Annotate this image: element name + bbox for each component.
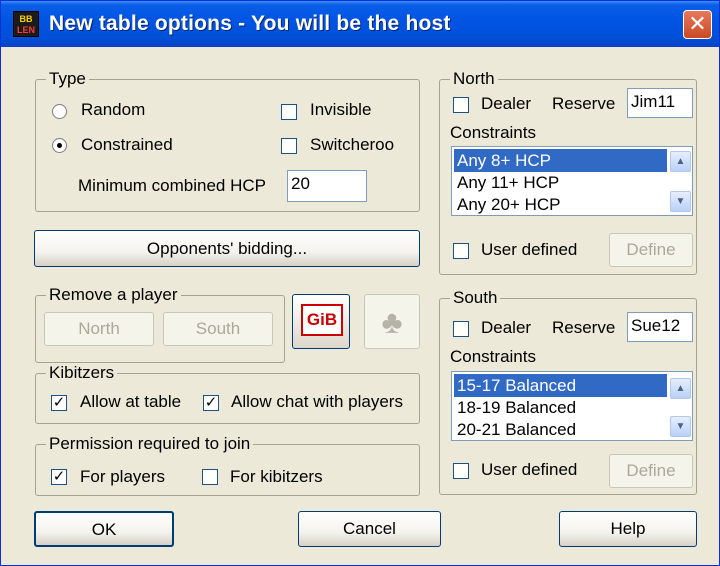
- north-define-button[interactable]: Define: [609, 233, 693, 267]
- type-legend: Type: [46, 69, 89, 89]
- north-dealer-checkbox[interactable]: [453, 97, 469, 113]
- list-item[interactable]: 20-21 Balanced: [454, 418, 667, 440]
- kibitzers-legend: Kibitzers: [46, 363, 118, 383]
- list-item[interactable]: Any 11+ HCP: [454, 171, 667, 194]
- kibitzers-group: Kibitzers ✓ Allow at table ✓ Allow chat …: [35, 363, 420, 424]
- app-icon: BB LEN: [13, 11, 39, 37]
- permission-group: Permission required to join ✓ For player…: [35, 434, 420, 496]
- gib-logo: GiB: [301, 304, 343, 336]
- app-icon-bottom-text: LEN: [17, 25, 35, 35]
- type-group: Type Random Constrained Invisible Switch…: [35, 69, 420, 212]
- min-hcp-input[interactable]: 20: [287, 170, 367, 202]
- allow-at-table-checkbox[interactable]: ✓: [51, 395, 67, 411]
- allow-at-table-label[interactable]: Allow at table: [80, 392, 181, 412]
- allow-chat-checkbox[interactable]: ✓: [203, 395, 219, 411]
- north-reserve-input[interactable]: Jim11: [627, 88, 693, 118]
- list-item[interactable]: 18-19 Balanced: [454, 396, 667, 419]
- chevron-down-icon: ▼: [675, 421, 686, 432]
- for-players-label[interactable]: For players: [80, 467, 165, 487]
- dialog-window: BB LEN New table options - You will be t…: [0, 0, 720, 566]
- south-define-button[interactable]: Define: [609, 454, 693, 488]
- random-radio[interactable]: [52, 104, 67, 119]
- club-button[interactable]: ♣: [364, 294, 420, 349]
- north-group: North Dealer Reserve Jim11 Constraints A…: [439, 69, 697, 275]
- switcheroo-label[interactable]: Switcheroo: [310, 135, 394, 155]
- list-item[interactable]: Any 8+ HCP: [454, 149, 667, 172]
- scroll-down-button[interactable]: ▼: [670, 191, 691, 212]
- north-user-defined-label[interactable]: User defined: [481, 240, 577, 260]
- south-dealer-label[interactable]: Dealer: [481, 318, 531, 338]
- list-item[interactable]: Any 20+ HCP: [454, 193, 667, 215]
- title-bar[interactable]: BB LEN New table options - You will be t…: [1, 1, 719, 47]
- remove-player-legend: Remove a player: [46, 285, 181, 305]
- south-reserve-input[interactable]: Sue12: [627, 312, 693, 342]
- invisible-label[interactable]: Invisible: [310, 100, 371, 120]
- check-icon: ✓: [52, 394, 66, 411]
- check-icon: ✓: [204, 394, 218, 411]
- north-constraints-label: Constraints: [450, 123, 536, 142]
- random-label[interactable]: Random: [81, 100, 145, 120]
- allow-chat-label[interactable]: Allow chat with players: [231, 392, 403, 412]
- for-players-checkbox[interactable]: ✓: [51, 469, 67, 485]
- help-button[interactable]: Help: [559, 511, 697, 547]
- gib-button[interactable]: GiB: [292, 294, 350, 349]
- invisible-checkbox[interactable]: [281, 104, 297, 120]
- scroll-down-button[interactable]: ▼: [670, 416, 691, 437]
- club-icon: ♣: [381, 304, 403, 340]
- remove-player-group: Remove a player North South: [35, 285, 285, 363]
- north-constraints-list[interactable]: Any 8+ HCP Any 11+ HCP Any 20+ HCP ▲ ▼: [451, 146, 693, 216]
- north-reserve-label: Reserve: [552, 94, 616, 113]
- switcheroo-checkbox[interactable]: [281, 138, 297, 154]
- south-legend: South: [450, 288, 501, 308]
- constrained-radio[interactable]: [52, 138, 67, 153]
- scroll-up-button[interactable]: ▲: [670, 151, 691, 172]
- north-legend: North: [450, 69, 498, 89]
- north-dealer-label[interactable]: Dealer: [481, 94, 531, 114]
- south-group: South Dealer Reserve Sue12 Constraints 1…: [439, 288, 697, 495]
- permission-legend: Permission required to join: [46, 434, 254, 454]
- remove-south-button[interactable]: South: [163, 312, 273, 346]
- chevron-up-icon: ▲: [675, 383, 686, 394]
- north-user-defined-checkbox[interactable]: [453, 243, 469, 259]
- cancel-button[interactable]: Cancel: [298, 511, 441, 547]
- ok-button[interactable]: OK: [34, 511, 174, 547]
- remove-north-button[interactable]: North: [44, 312, 154, 346]
- check-icon: ✓: [52, 468, 66, 485]
- south-user-defined-label[interactable]: User defined: [481, 460, 577, 480]
- close-icon: ✕: [688, 11, 707, 36]
- close-button[interactable]: ✕: [683, 10, 712, 39]
- south-user-defined-checkbox[interactable]: [453, 463, 469, 479]
- for-kibitzers-label[interactable]: For kibitzers: [230, 467, 323, 487]
- south-reserve-label: Reserve: [552, 318, 616, 337]
- chevron-up-icon: ▲: [675, 156, 686, 167]
- south-constraints-label: Constraints: [450, 347, 536, 366]
- south-constraints-list[interactable]: 15-17 Balanced 18-19 Balanced 20-21 Bala…: [451, 371, 693, 441]
- for-kibitzers-checkbox[interactable]: [202, 469, 218, 485]
- list-item[interactable]: 15-17 Balanced: [454, 374, 667, 397]
- app-icon-top-text: BB: [19, 14, 33, 24]
- min-hcp-label: Minimum combined HCP: [78, 176, 266, 195]
- south-dealer-checkbox[interactable]: [453, 321, 469, 337]
- scroll-up-button[interactable]: ▲: [670, 378, 691, 399]
- window-title: New table options - You will be the host: [49, 12, 451, 35]
- opponents-bidding-button[interactable]: Opponents' bidding...: [34, 230, 420, 267]
- constrained-label[interactable]: Constrained: [81, 135, 173, 155]
- chevron-down-icon: ▼: [675, 196, 686, 207]
